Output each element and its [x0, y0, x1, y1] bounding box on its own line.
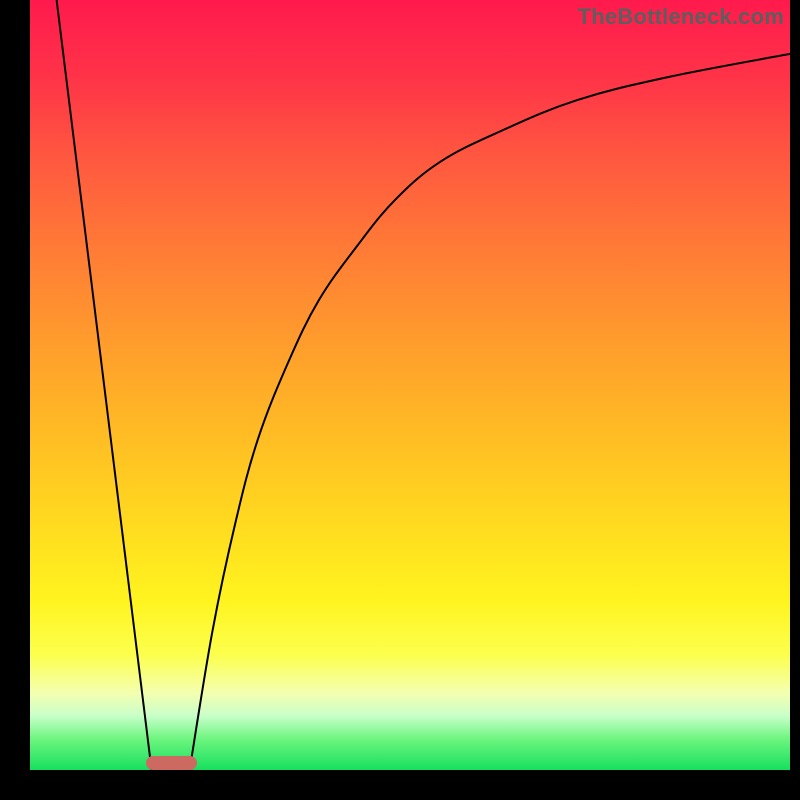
descending-line: [57, 0, 152, 770]
chart-lines: [30, 0, 790, 770]
chart-plot-area: TheBottleneck.com: [30, 0, 790, 770]
ascending-curve: [190, 54, 790, 770]
minimum-marker: [146, 756, 197, 770]
